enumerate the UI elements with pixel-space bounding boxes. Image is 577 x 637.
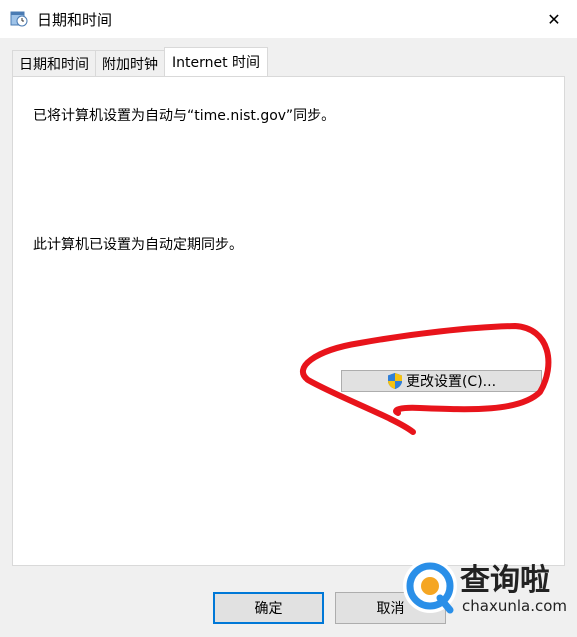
watermark-domain: chaxunla.com <box>462 597 567 615</box>
tab-strip: 日期和时间 附加时钟 Internet 时间 <box>12 47 269 76</box>
close-icon: ✕ <box>547 9 561 29</box>
ok-label: 确定 <box>254 601 283 617</box>
watermark: 查询啦 chaxunla.com <box>398 551 577 621</box>
watermark-name: 查询啦 <box>460 563 550 598</box>
change-settings-label: 更改设置(C)... <box>405 374 497 390</box>
internet-time-panel: 已将计算机设置为自动与“time.nist.gov”同步。 此计算机已设置为自动… <box>12 76 565 566</box>
window-title: 日期和时间 <box>37 11 113 29</box>
title-bar: 日期和时间 ✕ <box>0 0 577 38</box>
uac-shield-icon <box>387 373 402 389</box>
ok-button[interactable]: 确定 <box>213 592 324 624</box>
date-time-app-icon <box>10 11 28 27</box>
tab-label: Internet 时间 <box>172 55 261 71</box>
close-button[interactable]: ✕ <box>531 0 577 38</box>
tab-label: 附加时钟 <box>102 56 158 73</box>
watermark-logo-icon <box>403 559 457 614</box>
sync-server-text: 已将计算机设置为自动与“time.nist.gov”同步。 <box>33 108 336 124</box>
tab-label: 日期和时间 <box>19 56 89 73</box>
tab-internet-time[interactable]: Internet 时间 <box>164 47 269 76</box>
tab-additional-clocks[interactable]: 附加时钟 <box>95 50 165 76</box>
change-settings-button[interactable]: 更改设置(C)... <box>341 370 542 392</box>
sync-status-text: 此计算机已设置为自动定期同步。 <box>33 237 243 253</box>
tab-date-time[interactable]: 日期和时间 <box>12 50 96 76</box>
